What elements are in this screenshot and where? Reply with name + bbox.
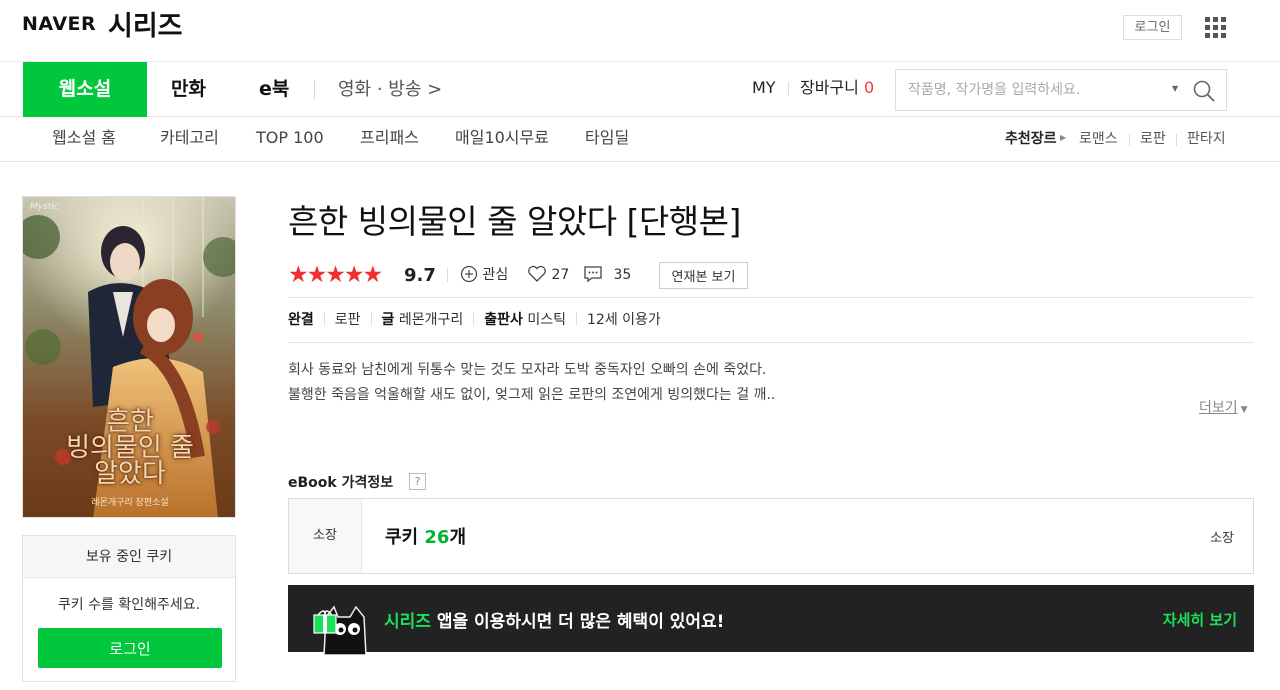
banner-details-link[interactable]: 자세히 보기 xyxy=(1163,609,1237,630)
synopsis-line: 회사 동료와 남친에게 뒤통수 맞는 것도 모자라 도박 중독자인 오빠의 손에… xyxy=(288,362,767,378)
cover-title-line1: 흔한 xyxy=(106,407,154,437)
nav-divider xyxy=(788,82,789,96)
price-suffix: 개 xyxy=(449,527,467,548)
search-dropdown-icon[interactable]: ▼ xyxy=(1172,84,1178,93)
genre-tag[interactable]: 로판 xyxy=(335,312,361,328)
cookie-message: 쿠키 수를 확인해주세요. xyxy=(57,597,201,613)
series-logo[interactable]: 시리즈 xyxy=(108,4,183,43)
price-value: 쿠키 26개 xyxy=(385,523,466,549)
price-table: 소장 쿠키 26개 소장 xyxy=(288,498,1254,574)
genre-divider xyxy=(1129,134,1130,146)
publisher-label: 출판사 xyxy=(484,312,523,328)
author-name[interactable]: 레몬개구리 xyxy=(399,312,463,328)
help-icon[interactable]: ? xyxy=(409,473,426,490)
cart-label: 장바구니 xyxy=(800,78,859,97)
price-prefix: 쿠키 xyxy=(385,527,419,548)
caret-right-icon: ▶ xyxy=(1060,133,1067,142)
subnav-freepass[interactable]: 프리패스 xyxy=(360,117,419,159)
author-label: 글 xyxy=(381,312,395,328)
tab-comics[interactable]: 만화 xyxy=(171,62,206,117)
top-header: NAVER 시리즈 로그인 xyxy=(0,0,1280,62)
banner-brand: 시리즈 xyxy=(384,612,431,632)
app-banner[interactable]: 시리즈 앱을 이용하시면 더 많은 혜택이 있어요! 자세히 보기 xyxy=(288,585,1254,655)
like-count: 27 xyxy=(551,267,570,283)
interest-label: 관심 xyxy=(482,267,509,283)
completion-status: 완결 xyxy=(288,312,314,328)
cover-title-line3: 알았다 xyxy=(94,459,166,489)
more-link[interactable]: 더보기 ▼ xyxy=(1199,397,1248,417)
search-input[interactable] xyxy=(896,70,1166,110)
cover-author: 레몬개구리 장편소설 xyxy=(91,498,169,508)
subnav-webnovel-home[interactable]: 웹소설 홈 xyxy=(52,117,116,159)
more-label: 더보기 xyxy=(1199,400,1238,416)
heart-icon xyxy=(528,265,546,282)
divider xyxy=(288,297,1254,298)
divider xyxy=(288,342,1254,343)
cookie-count: 26 xyxy=(424,527,450,548)
subnav-top100[interactable]: TOP 100 xyxy=(256,117,324,159)
my-link[interactable]: MY xyxy=(752,62,776,114)
cookie-panel-title: 보유 중인 쿠키 xyxy=(23,536,235,578)
cart-link[interactable]: 장바구니 0 xyxy=(800,62,874,114)
plus-circle-icon xyxy=(460,265,478,283)
meta-divider xyxy=(447,268,448,282)
recommended-genre-label: 추천장르 xyxy=(1005,131,1057,147)
tab-webnovel[interactable]: 웹소설 xyxy=(23,62,147,117)
banner-message: 시리즈 앱을 이용하시면 더 많은 혜택이 있어요! xyxy=(384,607,724,632)
book-cover[interactable]: Mystic 흔한 빙의물인 줄 알았다 레몬개구리 장편소설 xyxy=(22,196,236,518)
subnav-daily-free[interactable]: 매일10시무료 xyxy=(455,117,549,159)
age-rating: 12세 이용가 xyxy=(587,312,661,328)
sub-nav: 웹소설 홈 카테고리 TOP 100 프리패스 매일10시무료 타임딜 추천장르… xyxy=(0,117,1280,162)
synopsis-line: 불행한 죽음을 억울해할 새도 없이, 엊그제 읽은 로판의 조연에게 빙의했다… xyxy=(288,387,776,403)
publisher-badge: Mystic xyxy=(30,202,59,212)
cookie-login-button[interactable]: 로그인 xyxy=(38,628,222,668)
tab-ebook[interactable]: e북 xyxy=(259,62,289,117)
main-nav: 웹소설 만화 e북 영화 · 방송 > MY 장바구니 0 ▼ xyxy=(0,62,1280,117)
search-icon[interactable] xyxy=(1192,79,1216,103)
subnav-timedeal[interactable]: 타임딜 xyxy=(585,117,629,159)
view-serial-button[interactable]: 연재본 보기 xyxy=(659,262,748,289)
genre-fantasy[interactable]: 판타지 xyxy=(1187,117,1226,161)
naver-logo[interactable]: NAVER xyxy=(22,13,96,35)
publisher-name[interactable]: 미스틱 xyxy=(527,312,566,328)
book-title: 흔한 빙의물인 줄 알았다 [단행본] xyxy=(288,202,741,241)
subnav-category[interactable]: 카테고리 xyxy=(160,117,219,159)
cart-count: 0 xyxy=(863,78,875,97)
cookie-panel: 보유 중인 쿠키 쿠키 수를 확인해주세요. 로그인 xyxy=(22,535,236,682)
cover-title-line2: 빙의물인 줄 xyxy=(66,433,194,463)
cat-mascot-icon xyxy=(313,605,367,655)
tab-movie-broadcast[interactable]: 영화 · 방송 > xyxy=(338,62,442,117)
comment-count: 35 xyxy=(613,267,632,283)
price-type-label: 소장 xyxy=(289,499,362,573)
synopsis: 회사 동료와 남친에게 뒤통수 맞는 것도 모자라 도박 중독자인 오빠의 손에… xyxy=(288,358,1188,408)
book-meta-line: 완결 로판 글 레몬개구리 출판사 미스틱 12세 이용가 xyxy=(288,311,661,329)
comment-button[interactable]: 35 xyxy=(583,265,631,285)
grid-apps-icon[interactable] xyxy=(1205,17,1226,38)
price-section-title: eBook 가격정보 xyxy=(288,475,394,491)
genre-rofan[interactable]: 로판 xyxy=(1140,117,1166,161)
search-box: ▼ xyxy=(895,69,1227,111)
header-login-button[interactable]: 로그인 xyxy=(1123,15,1182,40)
nav-divider xyxy=(314,80,315,99)
rating-score: 9.7 xyxy=(404,265,436,286)
own-button[interactable]: 소장 xyxy=(1210,527,1234,546)
like-button[interactable]: 27 xyxy=(527,265,569,285)
banner-text: 앱을 이용하시면 더 많은 혜택이 있어요! xyxy=(430,612,725,632)
rating-stars: ★★★★★ xyxy=(288,262,383,288)
genre-romance[interactable]: 로맨스 xyxy=(1079,117,1118,161)
caret-down-icon: ▼ xyxy=(1240,405,1248,415)
comment-icon xyxy=(584,266,602,283)
genre-divider xyxy=(1176,134,1177,146)
interest-button[interactable]: 관심 xyxy=(460,265,508,285)
